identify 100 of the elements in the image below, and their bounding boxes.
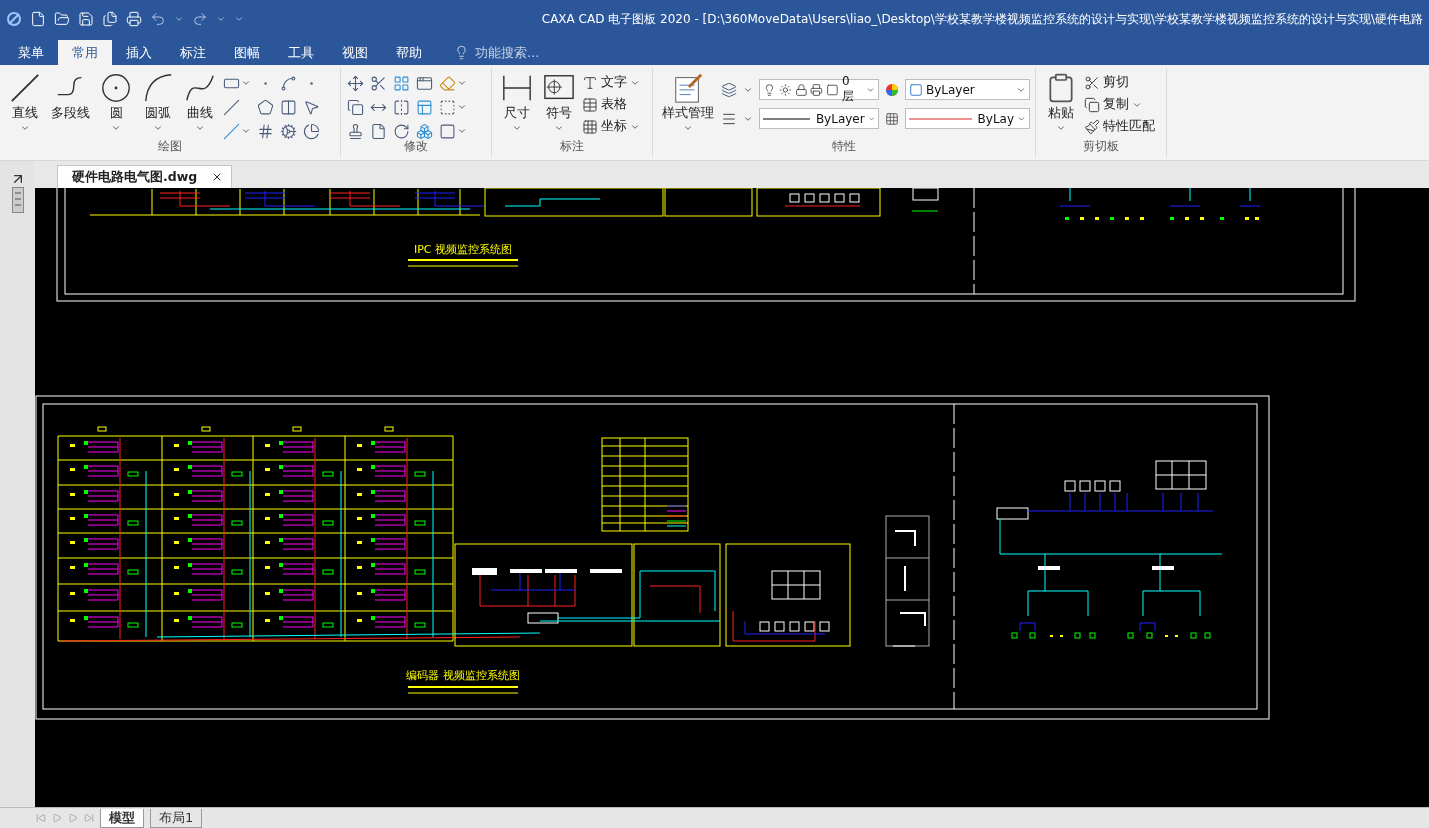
layers-icon[interactable] (721, 81, 737, 98)
property-select[interactable]: ByLayer (759, 108, 879, 129)
caret-icon[interactable] (241, 78, 251, 88)
grid-icon[interactable] (393, 74, 410, 92)
copy-icon[interactable] (1084, 96, 1100, 113)
caret-icon[interactable] (683, 123, 693, 133)
caret-icon[interactable] (512, 123, 522, 133)
files-icon[interactable] (102, 11, 118, 27)
slash-icon[interactable] (223, 98, 240, 116)
ribbon-button[interactable]: 样式管理 (659, 71, 717, 134)
layout-tab[interactable]: 布局1 (150, 808, 203, 828)
line-icon[interactable] (9, 72, 41, 104)
ribbon-button[interactable]: 复制 (1084, 95, 1155, 114)
property-select[interactable]: ByLayer (905, 79, 1030, 100)
ribbon-button[interactable]: 符号 (540, 71, 578, 134)
ribbon-button[interactable]: 圆弧 (139, 71, 177, 134)
rotate-icon[interactable] (393, 122, 410, 140)
grid-icon[interactable] (885, 111, 899, 126)
eraser-icon[interactable] (439, 74, 456, 92)
group-label: 修改 (404, 139, 428, 153)
ribbon-tab[interactable]: 标注 (166, 40, 220, 65)
lightbulb-icon[interactable] (454, 45, 469, 60)
folder-icon[interactable] (54, 11, 70, 27)
square-icon[interactable] (439, 122, 456, 140)
grid-icon[interactable] (582, 118, 598, 135)
ribbon-button[interactable]: 直线 (6, 71, 44, 134)
gear-icon[interactable] (280, 122, 297, 140)
square-icon[interactable] (826, 82, 839, 97)
group-label: 特性 (832, 139, 856, 153)
circle-icon[interactable] (100, 72, 132, 104)
copy-icon[interactable] (347, 98, 364, 116)
ribbon-button[interactable]: 坐标 (582, 117, 640, 136)
ribbon-button[interactable]: 文字 (582, 73, 640, 92)
caret-icon[interactable] (111, 123, 121, 133)
stamp-icon[interactable] (347, 122, 364, 140)
table-icon[interactable] (582, 96, 598, 113)
sun-icon[interactable] (778, 82, 792, 97)
ribbon-button[interactable]: 多段线 (48, 71, 93, 134)
pointer-icon[interactable] (303, 98, 320, 116)
columns-icon[interactable] (280, 98, 297, 116)
toolbar-handle-icon[interactable] (11, 187, 24, 213)
ribbon-button[interactable]: 粘贴 (1042, 71, 1080, 134)
ribbon-button[interactable]: 曲线 (181, 71, 219, 134)
style-manager-icon[interactable] (672, 72, 704, 104)
lock-icon[interactable] (794, 82, 808, 97)
text-icon[interactable] (582, 74, 598, 91)
document-tab[interactable]: 硬件电路电气图.dwg (57, 165, 233, 188)
drawing-canvas[interactable]: IPC 视频监控系统图 编码器 视频监控系统图 (35, 188, 1429, 807)
lineweight-value: ByLay (977, 111, 1015, 126)
lightbulb-icon[interactable] (763, 82, 776, 97)
window-icon[interactable] (416, 74, 433, 92)
ribbon-tab[interactable]: 插入 (112, 40, 166, 65)
ribbon-button[interactable]: 尺寸 (498, 71, 536, 134)
arc-icon[interactable] (142, 72, 174, 104)
slash-icon[interactable] (223, 122, 240, 140)
group-label: 绘图 (158, 139, 182, 153)
redo-icon[interactable] (192, 11, 208, 27)
caret-icon[interactable] (457, 102, 467, 112)
pentagon-icon[interactable] (257, 98, 274, 116)
layout-tab[interactable]: 模型 (100, 808, 144, 828)
property-select[interactable]: ByLay (905, 108, 1030, 129)
ribbon-tab[interactable]: 常用 (58, 40, 112, 65)
hash-icon[interactable] (257, 122, 274, 140)
scissors-icon[interactable] (370, 74, 387, 92)
caret-icon[interactable] (174, 14, 184, 24)
move-icon[interactable] (347, 74, 364, 92)
caret-icon[interactable] (195, 123, 205, 133)
caret-icon[interactable] (1056, 123, 1066, 133)
caret-icon[interactable] (153, 123, 163, 133)
ribbon-tab[interactable]: 帮助 (382, 40, 436, 65)
save-icon[interactable] (78, 11, 94, 27)
undo-icon[interactable] (150, 11, 166, 27)
caret-icon[interactable] (554, 123, 564, 133)
ribbon-tab[interactable]: 视图 (328, 40, 382, 65)
panel-icon[interactable] (416, 98, 433, 116)
caret-icon[interactable] (241, 126, 251, 136)
ribbon-button[interactable]: 特性匹配 (1084, 117, 1155, 136)
ribbon-button[interactable]: 表格 (582, 95, 640, 114)
dashed-square-icon[interactable] (439, 98, 456, 116)
color-wheel-icon[interactable] (885, 82, 899, 97)
caret-icon[interactable] (457, 126, 467, 136)
paintbrush-icon[interactable] (1084, 118, 1100, 135)
caret-icon[interactable] (20, 123, 30, 133)
pie-chart-icon[interactable] (303, 122, 320, 140)
print-icon[interactable] (126, 11, 142, 27)
printer-icon[interactable] (810, 82, 824, 97)
file-icon[interactable] (370, 122, 387, 140)
ribbon-tab[interactable]: 工具 (274, 40, 328, 65)
ribbon-button[interactable]: 剪切 (1084, 73, 1155, 92)
boxes-icon[interactable] (416, 122, 433, 140)
scissors-icon[interactable] (1084, 74, 1100, 91)
new-file-icon[interactable] (30, 11, 46, 27)
caret-icon[interactable] (457, 78, 467, 88)
square-icon[interactable] (909, 82, 923, 97)
spline-icon[interactable] (280, 74, 297, 92)
ribbon-tab[interactable]: 菜单 (4, 40, 58, 65)
ribbon-button[interactable]: 圆 (97, 71, 135, 134)
ribbon-tab[interactable]: 图幅 (220, 40, 274, 65)
search-field[interactable]: 功能搜索... (475, 43, 540, 62)
flip-icon[interactable] (393, 98, 410, 116)
